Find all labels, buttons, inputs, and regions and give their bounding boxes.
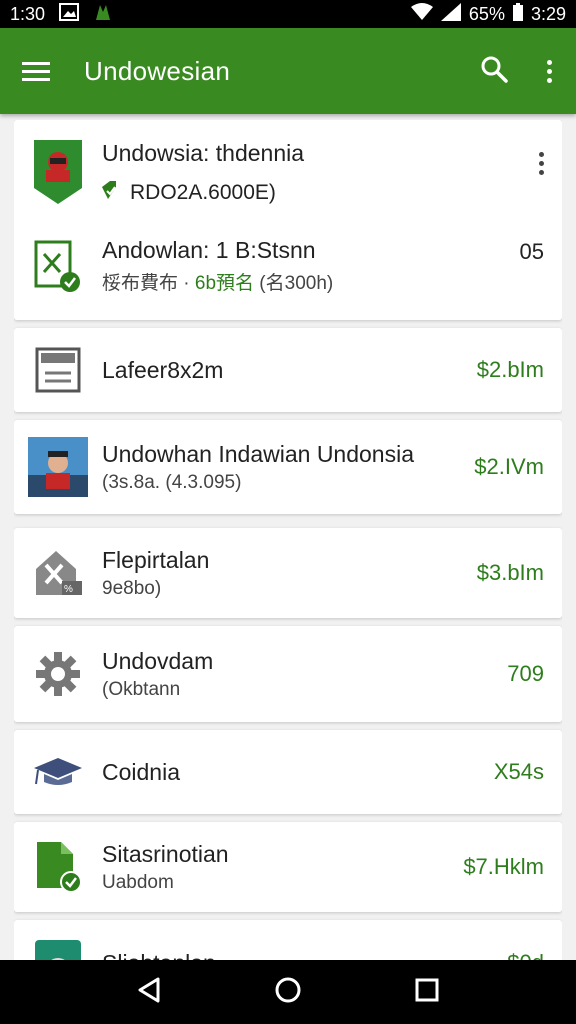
- list-item[interactable]: Andowlan: 1 B:Stsnn 桵布費布 · 6b預名 (名300h) …: [14, 218, 562, 314]
- graduation-cap-icon: [28, 742, 88, 802]
- list-card[interactable]: Undovdam (Okbtann 709: [14, 626, 562, 722]
- item-subtitle-a: 桵布費布 ·: [102, 273, 195, 294]
- item-title: Andowlan: 1 B:Stsnn: [102, 237, 316, 263]
- app-title: Undowesian: [84, 55, 231, 86]
- check-tag-icon: [102, 180, 122, 205]
- item-value: $2.IVm: [474, 454, 544, 479]
- back-icon[interactable]: [136, 976, 162, 1009]
- item-value: 05: [519, 239, 544, 264]
- photo-thumbnail-icon: [28, 437, 88, 497]
- battery-percent: 65%: [468, 3, 505, 24]
- item-value: $0d: [507, 950, 544, 960]
- item-title: Sitasrinotian: [102, 840, 229, 867]
- avatar-badge-icon: [28, 140, 88, 204]
- item-value: $7.Hklm: [463, 854, 544, 879]
- item-title: Undovdam: [102, 647, 214, 674]
- list-card[interactable]: Sitasrinotian Uabdom $7.Hklm: [14, 822, 562, 912]
- item-title: Flepirtalan: [102, 546, 210, 573]
- recents-icon[interactable]: [414, 977, 440, 1008]
- item-value: X54s: [493, 759, 544, 784]
- app-bar: Undowesian: [0, 28, 576, 114]
- list-item[interactable]: Undowsia: thdennia RDO2A.6000E): [14, 120, 562, 218]
- file-icon: [28, 837, 88, 897]
- item-subtitle: (3s.8a. (4.3.095): [102, 471, 242, 493]
- list-item[interactable]: Sliabtanlan $0d: [14, 920, 562, 960]
- list-card[interactable]: Undowhan Indawian Undonsia (3s.8a. (4.3.…: [14, 420, 562, 514]
- system-nav-bar: [0, 960, 576, 1024]
- document-icon: [28, 340, 88, 400]
- list-item[interactable]: Sitasrinotian Uabdom $7.Hklm: [14, 822, 562, 912]
- item-subtitle: RDO2A.6000E): [130, 180, 276, 204]
- search-icon[interactable]: [480, 55, 508, 88]
- list-card[interactable]: % Flepirtalan 9e8bo) $3.bIm: [14, 528, 562, 618]
- folder-icon: %: [28, 543, 88, 603]
- item-title: Lafeer8x2m: [102, 356, 224, 383]
- item-value: 709: [507, 661, 544, 686]
- gear-icon: [28, 644, 88, 704]
- battery-icon: [512, 2, 523, 26]
- item-subtitle: Uabdom: [102, 871, 174, 893]
- home-icon[interactable]: [274, 976, 302, 1009]
- item-subtitle: (Okbtann: [102, 678, 181, 700]
- status-time-left: 1:30: [10, 3, 46, 24]
- signal-icon: [440, 2, 461, 26]
- list-card[interactable]: Undowsia: thdennia RDO2A.6000E) Andowlan…: [14, 120, 562, 320]
- status-bar: 1:30 65% 3:29: [0, 0, 576, 28]
- item-title: Undowsia: thdennia: [102, 139, 305, 166]
- item-value: $3.bIm: [476, 560, 544, 585]
- list-card[interactable]: Coidnia X54s: [14, 730, 562, 814]
- item-subtitle-green: 6b預名: [194, 273, 255, 294]
- item-value: $2.bIm: [476, 357, 544, 382]
- list-item[interactable]: Undowhan Indawian Undonsia (3s.8a. (4.3.…: [14, 420, 562, 514]
- list-card[interactable]: Lafeer8x2m $2.bIm: [14, 328, 562, 412]
- item-title: Coidnia: [102, 758, 180, 785]
- disc-icon: [28, 933, 88, 960]
- more-options-icon[interactable]: [544, 59, 554, 83]
- item-title: Undowhan Indawian Undonsia: [102, 440, 414, 467]
- item-subtitle: 9e8bo): [102, 577, 162, 599]
- list-item[interactable]: % Flepirtalan 9e8bo) $3.bIm: [14, 528, 562, 618]
- svg-text:%: %: [64, 584, 73, 595]
- image-notification-icon: [59, 2, 80, 26]
- card-more-icon[interactable]: [539, 152, 544, 175]
- list-item[interactable]: Undovdam (Okbtann 709: [14, 626, 562, 722]
- list-card[interactable]: Sliabtanlan $0d: [14, 920, 562, 960]
- wifi-icon: [410, 2, 433, 26]
- item-subtitle-b: (名300h): [254, 273, 334, 294]
- item-title: Sliabtanlan: [102, 950, 497, 961]
- app-notification-icon: [93, 2, 113, 27]
- hamburger-menu-icon[interactable]: [22, 57, 50, 86]
- list-item[interactable]: Lafeer8x2m $2.bIm: [14, 328, 562, 412]
- status-clock: 3:29: [530, 3, 566, 24]
- transaction-list: Undowsia: thdennia RDO2A.6000E) Andowlan…: [14, 120, 562, 960]
- spreadsheet-icon: [28, 236, 88, 296]
- list-item[interactable]: Coidnia X54s: [14, 730, 562, 814]
